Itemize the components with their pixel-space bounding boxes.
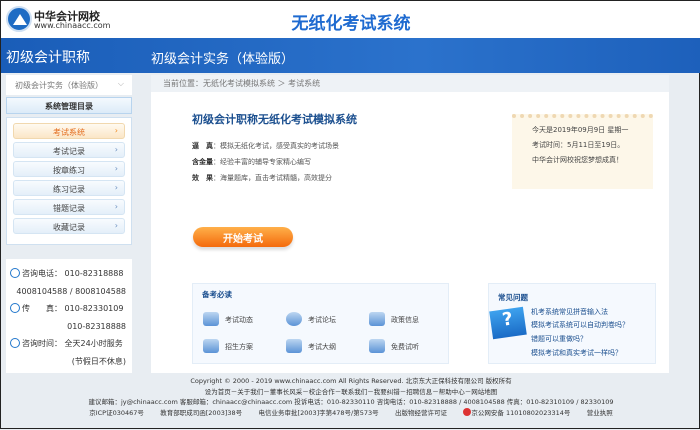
fax-value: 010-82330109	[64, 304, 124, 313]
sidebar-item-chapter-practice[interactable]: 按章练习 ›	[13, 161, 125, 177]
globe-icon	[286, 312, 302, 326]
feature-key: 逼 真	[192, 142, 213, 150]
item-label: 考试系统	[53, 128, 85, 137]
guide-link-enroll[interactable]: 招生方案	[203, 339, 253, 353]
faq-title: 常见问题	[498, 293, 528, 302]
course-select[interactable]: 初级会计实务（体验版） ⌵	[6, 75, 132, 95]
item-label: 错题记录	[53, 204, 85, 213]
license-item[interactable]: 教育部职成司函[2003]38号	[160, 408, 242, 419]
faq-link[interactable]: 模拟考试和真实考试一样吗？	[531, 348, 622, 358]
chevron-right-icon: ›	[114, 202, 118, 211]
chevron-right-icon: ›	[114, 183, 118, 192]
star-icon	[369, 312, 385, 326]
clock-icon	[10, 338, 20, 348]
license-item[interactable]: 营业执照	[587, 408, 613, 419]
feature-key: 含金量	[192, 158, 213, 166]
time-label: 咨询时间：	[22, 339, 62, 348]
link-label: 考试大纲	[308, 343, 336, 351]
chevron-down-icon: ⌵	[117, 79, 124, 88]
notice-exam-time: 考试时间：5月11日至19日。	[532, 141, 625, 149]
guide-title: 备考必读	[202, 290, 232, 299]
breadcrumb: 当前位置：无纸化考试模拟系统 ＞ 考试系统	[151, 75, 669, 92]
license-item[interactable]: 京公网安备 11010802023314号	[463, 407, 571, 419]
link-label: 免费试听	[391, 343, 419, 351]
link-label: 考试动态	[225, 316, 253, 324]
category-title: 初级会计职称	[6, 50, 90, 66]
document-icon	[286, 339, 302, 353]
faq-link[interactable]: 机考系统常见拼音输入法	[531, 307, 608, 317]
item-label: 收藏记录	[53, 223, 85, 232]
license-item[interactable]: 出版物经营许可证	[395, 408, 447, 419]
link-label: 招生方案	[225, 343, 253, 351]
feature-value: ：经验丰富的辅导专家精心编写	[213, 158, 311, 166]
footer-links[interactable]: 设为首页－关于我们－董事长风采－校企合作－联系我们－我要纠错－招聘信息－帮助中心…	[1, 387, 700, 398]
link-label: 政策信息	[391, 316, 419, 324]
fax-label: 传 真：	[22, 304, 62, 313]
guide-link-forum[interactable]: 考试论坛	[286, 312, 336, 326]
page-title: 初级会计职称无纸化考试模拟系统	[192, 113, 357, 126]
faq-link[interactable]: 模拟考试系统可以自动判卷吗？	[531, 320, 629, 330]
system-title: 无纸化考试系统	[291, 14, 411, 34]
fax-value-2: 010-82318888	[67, 321, 126, 331]
feature-value: ：模拟无纸化考试，感受真实的考试场景	[213, 142, 339, 150]
guide-link-news[interactable]: 考试动态	[203, 312, 253, 326]
time-value: 全天24小时服务	[64, 339, 123, 348]
phone-label: 咨询电话：	[22, 269, 62, 278]
course-title: 初级会计实务（体验版）	[151, 52, 295, 67]
guide-link-syllabus[interactable]: 考试大纲	[286, 339, 336, 353]
sidebar-item-wrong-records[interactable]: 错题记录 ›	[13, 199, 125, 215]
menu-title: 系统管理目录	[6, 97, 132, 114]
chevron-right-icon: ›	[114, 164, 118, 173]
footer: Copyright © 2000 - 2019 www.chinaacc.com…	[1, 374, 700, 430]
header: 中华会计网校 www.chinaacc.com 无纸化考试系统	[1, 1, 700, 38]
guide-link-free-trial[interactable]: 免费试听	[369, 339, 419, 353]
question-icon: ?	[489, 306, 527, 340]
item-label: 考试记录	[53, 147, 85, 156]
license-text: 京公网安备 11010802023314号	[471, 408, 571, 417]
guide-link-policy[interactable]: 政策信息	[369, 312, 419, 326]
feature-value: ：海量题库，直击考试精髓，高效提分	[213, 174, 332, 182]
feature-item: 逼 真：模拟无纸化考试，感受真实的考试场景	[192, 141, 339, 151]
folder-icon	[203, 312, 219, 326]
guide-panel: 备考必读 考试动态 考试论坛 政策信息 招生方案 考试大纲 免费试听	[192, 283, 449, 364]
contact-panel: 咨询电话： 010-82318888 4008104588 / 80081045…	[6, 259, 132, 373]
sidebar-item-exam-system[interactable]: 考试系统 ›	[13, 123, 125, 139]
feature-key: 效 果	[192, 174, 213, 182]
chevron-right-icon: ›	[114, 126, 118, 135]
phone-icon	[10, 268, 20, 278]
item-label: 按章练习	[53, 166, 85, 175]
sidebar-item-exam-records[interactable]: 考试记录 ›	[13, 142, 125, 158]
time-note: (节假日不休息)	[71, 356, 126, 366]
footer-contacts: 建议邮箱：jy@chinaacc.com 客服邮箱：chinaacc@china…	[88, 398, 614, 406]
footer-licenses: 京ICP证030467号 教育部职成司函[2003]38号 电信业务审批[200…	[1, 407, 700, 419]
notice-wish: 中华会计网校祝您梦想成真！	[532, 156, 623, 164]
category-bar: 初级会计职称 初级会计实务（体验版）	[1, 38, 700, 73]
license-item[interactable]: 电信业务审批[2003]字第478号/第573号	[259, 408, 379, 419]
phone-value: 010-82318888	[64, 269, 124, 278]
feature-item: 含金量：经验丰富的辅导专家精心编写	[192, 157, 311, 167]
feature-item: 效 果：海量题库，直击考试精髓，高效提分	[192, 173, 332, 183]
notice-card: 今天是2019年09月9日 星期一 考试时间：5月11日至19日。 中华会计网校…	[512, 114, 653, 189]
sidebar-item-favorites[interactable]: 收藏记录 ›	[13, 218, 125, 234]
chevron-right-icon: ›	[114, 221, 118, 230]
link-label: 考试论坛	[308, 316, 336, 324]
license-item[interactable]: 京ICP证030467号	[89, 408, 144, 419]
fax-icon	[10, 303, 20, 313]
sidebar-item-practice-records[interactable]: 练习记录 ›	[13, 180, 125, 196]
sidebar-menu: 考试系统 › 考试记录 › 按章练习 › 练习记录 › 错题记录 › 收藏记录 ›	[6, 117, 132, 245]
chevron-right-icon: ›	[114, 145, 118, 154]
monitor-icon	[369, 339, 385, 353]
item-label: 练习记录	[53, 185, 85, 194]
faq-link[interactable]: 错题可以重做吗？	[531, 334, 587, 344]
course-select-value: 初级会计实务（体验版）	[15, 81, 103, 90]
start-exam-button[interactable]: 开始考试	[193, 227, 293, 247]
phone-value-2: 4008104588 / 8008104588	[16, 286, 126, 296]
copyright: Copyright © 2000 - 2019 www.chinaacc.com…	[190, 377, 512, 385]
notice-date: 今天是2019年09月9日 星期一	[532, 126, 629, 134]
card-icon	[203, 339, 219, 353]
